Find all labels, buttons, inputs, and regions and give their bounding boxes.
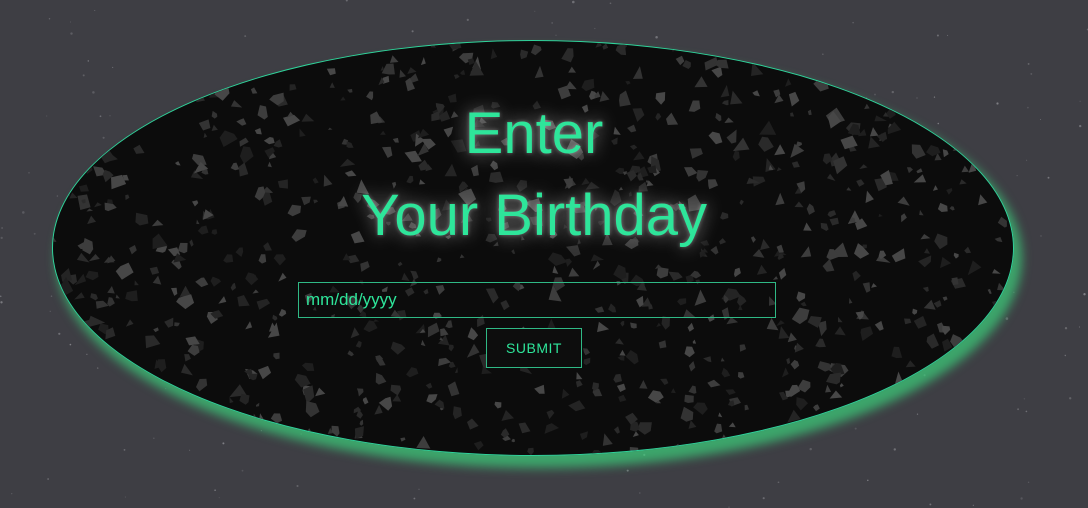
title-line-1: Enter	[464, 101, 604, 166]
birthday-date-input[interactable]	[298, 282, 776, 318]
title-line-2: Your Birthday	[360, 183, 708, 248]
panel-oval: Enter Your Birthday SUBMIT	[52, 40, 1014, 456]
submit-button[interactable]: SUBMIT	[486, 328, 582, 368]
birthday-panel: Enter Your Birthday SUBMIT	[52, 40, 1014, 456]
